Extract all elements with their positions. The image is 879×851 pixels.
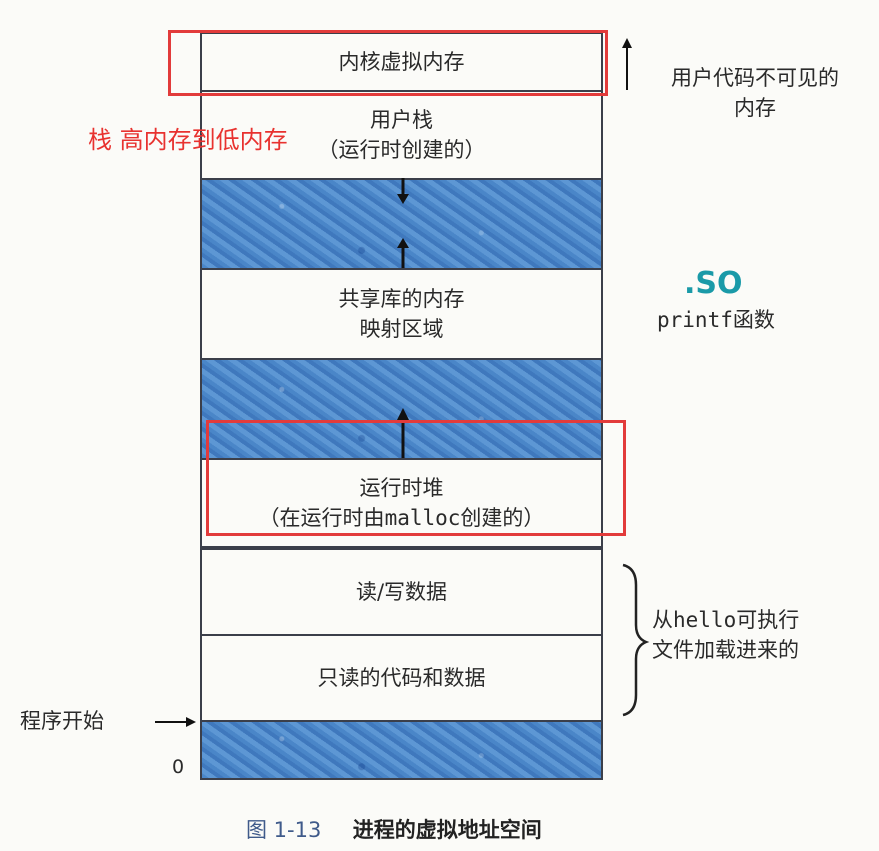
stack-growth-down-arrowhead — [397, 194, 409, 204]
hello-line2: 文件加载进来的 — [652, 638, 799, 662]
hello-brace-icon — [622, 563, 650, 717]
so-label: .SO — [684, 266, 743, 301]
kernel-side-up-arrowhead — [622, 38, 632, 48]
kernel-highlight-box — [168, 30, 608, 96]
program-start-arrowhead — [186, 717, 196, 727]
program-start-label: 程序开始 — [20, 709, 104, 733]
hello-line1-post: 可执行 — [736, 608, 800, 632]
user-invisible-note: 用户代码不可见的 内存 — [640, 63, 870, 123]
figure-number: 图 1-13 — [246, 818, 322, 842]
figure-caption: 图 1-13 进程的虚拟地址空间 — [246, 814, 542, 844]
shared-growth-up-arrowhead — [397, 238, 409, 248]
printf-note: printf函数 — [657, 305, 775, 335]
hello-note: 从hello可执行 文件加载进来的 — [652, 605, 799, 665]
hello-line1-pre: 从 — [652, 608, 673, 632]
stack-direction-note: 栈 高内存到低内存 — [88, 126, 288, 154]
zero-address-label: 0 — [172, 756, 185, 778]
heap-highlight-box — [206, 420, 626, 536]
printf-suffix: 函数 — [732, 308, 775, 332]
hello-code: hello — [673, 608, 737, 632]
printf-code: printf — [657, 308, 733, 332]
heap-growth-up-arrowhead — [397, 408, 409, 420]
figure-title: 进程的虚拟地址空间 — [352, 818, 542, 842]
hello-line1: 从hello可执行 — [652, 605, 799, 635]
user-invisible-line1: 用户代码不可见的 — [671, 66, 839, 90]
user-invisible-line2: 内存 — [734, 96, 776, 120]
